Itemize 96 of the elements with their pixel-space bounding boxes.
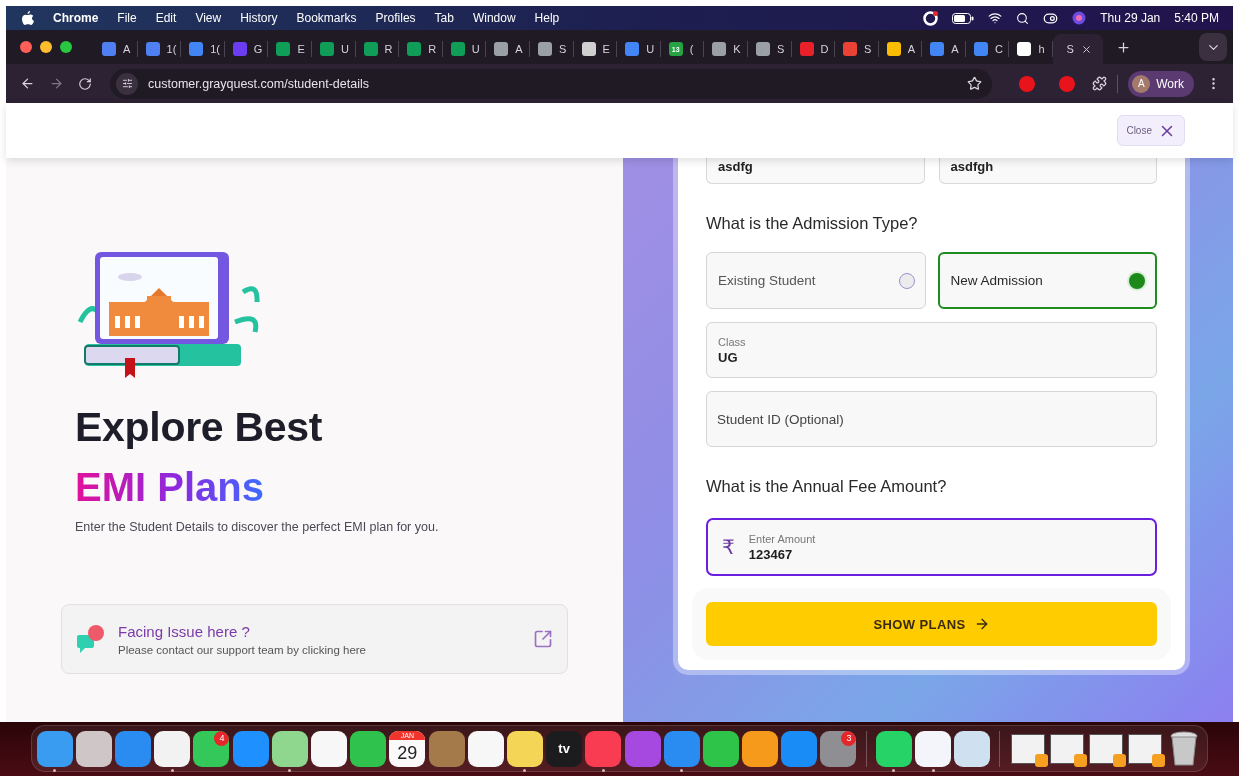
menu-item[interactable]: Bookmarks [296, 11, 357, 25]
address-bar[interactable]: customer.grayquest.com/student-details [110, 68, 993, 99]
running-indicator [288, 769, 292, 772]
running-indicator [892, 769, 896, 772]
browser-tab[interactable]: 1( [181, 41, 225, 57]
document-thumbnail-icon[interactable] [1128, 733, 1163, 764]
browser-tab[interactable]: U [442, 41, 487, 57]
text-field[interactable]: asdfgh [938, 158, 1157, 184]
menu-item[interactable]: Help [534, 11, 560, 25]
document-thumbnail-icon[interactable] [1010, 733, 1045, 764]
close-button[interactable]: Close [1117, 115, 1185, 146]
browser-tab[interactable]: C [965, 41, 1010, 57]
menu-bar-date[interactable]: Thu 29 Jan [1100, 11, 1161, 25]
running-indicator [680, 769, 684, 772]
browser-tab[interactable]: K [704, 41, 748, 57]
close-window-icon[interactable] [20, 41, 32, 53]
running-indicator [170, 769, 174, 772]
close-tab-icon[interactable] [1080, 43, 1092, 55]
rupee-icon: ₹ [722, 535, 735, 559]
browser-tab[interactable]: S [835, 41, 879, 57]
apple-logo-icon[interactable] [22, 11, 34, 25]
extensions-icon[interactable] [1092, 76, 1108, 91]
browser-tab[interactable]: U [617, 41, 661, 57]
forward-arrow-icon [49, 76, 64, 91]
running-indicator [931, 769, 935, 772]
reload-icon [78, 76, 92, 91]
browser-tab[interactable]: S [529, 41, 574, 57]
menu-bar-time[interactable]: 5:40 PM [1174, 11, 1219, 25]
browser-tab[interactable]: A [94, 41, 138, 57]
document-thumbnail-icon[interactable] [1088, 733, 1123, 764]
browser-tab[interactable]: 1( [137, 41, 182, 57]
support-text: Please contact our support team by clicking here [118, 643, 368, 656]
support-title: Facing Issue here ? [118, 622, 251, 640]
wifi-icon[interactable] [988, 11, 1003, 25]
browser-tab[interactable]: E [268, 41, 312, 57]
class-field[interactable]: Class UG [706, 322, 1157, 378]
external-link-button[interactable] [533, 629, 553, 649]
running-indicator [53, 769, 57, 772]
app-menu[interactable]: Chrome [53, 11, 99, 25]
hero-subtitle: Enter the Student Details to discover the perfect EMI plan for you. [75, 520, 440, 534]
extension-icon[interactable] [1059, 75, 1076, 92]
question-label: What is the Admission Type? [706, 214, 919, 233]
radio-icon [1129, 272, 1145, 289]
trash-icon[interactable] [1169, 730, 1200, 767]
menu-item[interactable]: View [195, 11, 222, 25]
text-field[interactable]: asdfg [706, 158, 925, 184]
hero-title: Explore Best [75, 403, 324, 452]
browser-tab[interactable]: A [922, 41, 966, 57]
running-indicator [523, 769, 527, 772]
sliders-icon [121, 78, 133, 89]
browser-tab[interactable]: A [486, 41, 530, 57]
browser-tab[interactable]: h [1009, 41, 1054, 57]
browser-tab[interactable]: E [573, 41, 618, 57]
field-value: 123467 [748, 546, 794, 562]
browser-tab[interactable]: D [791, 41, 836, 57]
browser-tab[interactable]: R [399, 41, 443, 57]
field-label: Enter Amount [748, 532, 816, 545]
student-id-field[interactable]: Student ID (Optional) [706, 391, 1157, 447]
tab-search-button[interactable] [1199, 33, 1227, 61]
menu-item[interactable]: Profiles [375, 11, 416, 25]
control-center-icon[interactable] [1043, 10, 1059, 26]
minimize-window-icon[interactable] [40, 41, 52, 53]
battery-icon[interactable] [952, 12, 975, 24]
browser-tab[interactable]: S [747, 41, 792, 57]
radio-option[interactable]: Existing Student [706, 252, 926, 309]
calendar-day: 29 [397, 739, 418, 767]
site-settings-button[interactable] [116, 72, 138, 95]
avatar-icon: A [1132, 74, 1151, 93]
menu-item[interactable]: Edit [155, 11, 177, 25]
profile-button[interactable]: A Work [1128, 70, 1194, 97]
question-label: What is the Annual Fee Amount? [706, 477, 948, 496]
document-thumbnail-icon[interactable] [1049, 733, 1084, 764]
extension-icon[interactable] [1019, 75, 1036, 92]
support-card[interactable]: Facing Issue here ? Please contact our support team by clicking here [61, 604, 568, 674]
zoom-window-icon[interactable] [60, 41, 72, 53]
menu-item[interactable]: File [117, 11, 137, 25]
search-icon[interactable] [1016, 11, 1030, 25]
amount-field[interactable]: ₹ Enter Amount 123467 [706, 518, 1157, 576]
browser-tab[interactable]: A [878, 41, 923, 57]
menu-item[interactable]: Window [472, 11, 516, 25]
radio-option[interactable]: New Admission [937, 252, 1157, 309]
menu-item[interactable]: Tab [434, 11, 454, 25]
external-link-icon [533, 629, 553, 649]
bookmark-star-icon[interactable] [967, 76, 983, 91]
browser-tab[interactable]: R [355, 41, 400, 57]
menu-item[interactable]: History [240, 11, 278, 25]
radio-icon [898, 272, 915, 289]
chat-help-icon [76, 624, 106, 654]
running-indicator [601, 769, 605, 772]
notification-badge: 4 [214, 730, 230, 746]
browser-tab[interactable]: G [224, 41, 269, 57]
plus-icon [1115, 39, 1131, 55]
browser-tab[interactable]: U [311, 41, 356, 57]
browser-tab[interactable]: S [1053, 34, 1104, 64]
show-plans-button[interactable]: SHOW PLANS [706, 602, 1157, 646]
notification-badge: 3 [841, 730, 857, 746]
